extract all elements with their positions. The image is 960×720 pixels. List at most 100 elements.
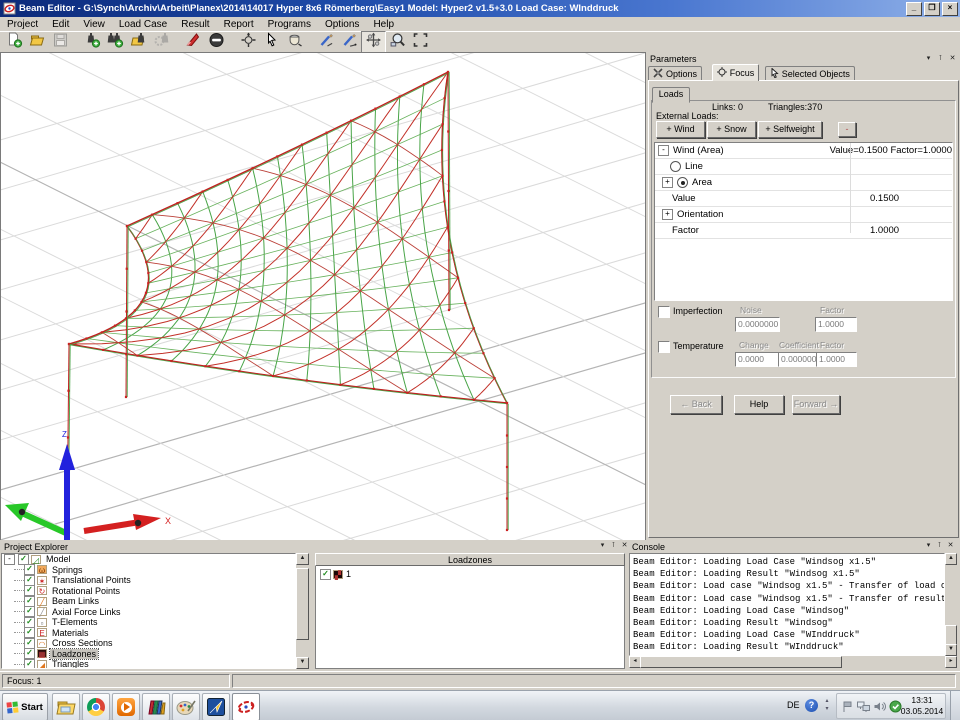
draw-link-button[interactable] <box>315 32 338 52</box>
sidebar-item-beam-links[interactable]: ✓╱Beam Links <box>2 596 295 607</box>
checkbox-springs[interactable]: ✓ <box>24 564 35 575</box>
explorer-dropdown-button[interactable]: ▾ <box>597 541 608 551</box>
forward-button[interactable]: Forward → <box>792 395 840 414</box>
checkbox-triangles[interactable]: ✓ <box>24 659 35 669</box>
language-indicator[interactable]: DE <box>787 700 800 710</box>
loadzone-row[interactable]: ✓▞1 <box>316 566 624 580</box>
checkbox-loadzones[interactable]: ✓ <box>24 648 35 659</box>
back-button[interactable]: ← Back <box>670 395 722 414</box>
viewport-canvas[interactable]: XZ <box>1 53 645 540</box>
noise-field[interactable]: 0.0000000 <box>735 317 780 332</box>
taskbar-app-chrome[interactable] <box>82 693 110 720</box>
sidebar-item-materials[interactable]: ✓EMaterials <box>2 628 295 639</box>
explorer-pin-button[interactable]: ⊺ <box>608 541 619 551</box>
taskbar-app-explorer[interactable] <box>52 693 80 720</box>
select-button[interactable] <box>260 32 283 52</box>
taskbar-app-paint[interactable] <box>172 693 200 720</box>
checkbox-materials[interactable]: ✓ <box>24 627 35 638</box>
menu-programs[interactable]: Programs <box>261 18 318 31</box>
clock[interactable]: 13:31 03.05.2014 <box>898 695 946 716</box>
sidebar-item-axial-force-links[interactable]: ✓╱Axial Force Links <box>2 607 295 618</box>
checkbox-axial-force-links[interactable]: ✓ <box>24 606 35 617</box>
collapse-icon[interactable]: - <box>4 554 15 565</box>
menu-project[interactable]: Project <box>0 18 45 31</box>
sidebar-item-model[interactable]: -✓◿Model <box>2 554 295 565</box>
menu-view[interactable]: View <box>76 18 112 31</box>
tab-selected-objects[interactable]: Selected Objects <box>765 66 855 80</box>
flag-icon[interactable] <box>841 700 854 713</box>
tab-loads[interactable]: Loads <box>652 87 690 103</box>
sidebar-item-translational-points[interactable]: ✓✶Translational Points <box>2 575 295 586</box>
checkbox-beam-links[interactable]: ✓ <box>24 596 35 607</box>
menu-result[interactable]: Result <box>174 18 216 31</box>
radio-area[interactable] <box>677 177 688 188</box>
taskbar-app-library[interactable] <box>142 693 170 720</box>
collapse-icon[interactable]: - <box>658 145 669 156</box>
checkbox-rotational-points[interactable]: ✓ <box>24 585 35 596</box>
help-tray-icon[interactable]: ? <box>805 699 818 712</box>
move-button[interactable] <box>237 32 260 52</box>
start-button[interactable]: Start <box>2 693 48 720</box>
menu-report[interactable]: Report <box>217 18 261 31</box>
remove-load-button[interactable]: - <box>838 122 856 137</box>
temperature-checkbox[interactable] <box>658 341 670 353</box>
load-tree-row-factor[interactable]: Factor1.0000 <box>655 223 952 239</box>
sidebar-item-springs[interactable]: ✓ωSprings <box>2 565 295 576</box>
pan-button[interactable] <box>283 32 306 52</box>
cut-button[interactable] <box>182 32 205 52</box>
fit-view-button[interactable] <box>409 32 432 52</box>
sidebar-item-loadzones[interactable]: ✓▦Loadzones <box>2 649 295 660</box>
expand-icon[interactable]: + <box>662 177 673 188</box>
sidebar-item-rotational-points[interactable]: ✓↻Rotational Points <box>2 586 295 597</box>
console-close-button[interactable]: ✕ <box>945 541 956 551</box>
loadzones-header[interactable]: Loadzones <box>315 553 625 566</box>
speaker-icon[interactable] <box>873 700 886 713</box>
add-load-case-button[interactable] <box>81 32 104 52</box>
load-tree-row-value[interactable]: Value0.1500 <box>655 191 952 207</box>
loadzone-checkbox[interactable]: ✓ <box>320 569 331 580</box>
parameters-close-button[interactable]: ✕ <box>947 54 958 64</box>
taskbar-app-beam-editor[interactable] <box>232 693 260 720</box>
checkbox-cross-sections[interactable]: ✓ <box>24 638 35 649</box>
radio-line[interactable] <box>670 161 681 172</box>
taskbar-app-media-player[interactable] <box>112 693 140 720</box>
save-button[interactable] <box>49 32 72 52</box>
load-case-settings-button[interactable] <box>150 32 173 52</box>
console-dropdown-button[interactable]: ▾ <box>923 541 934 551</box>
tab-focus[interactable]: Focus <box>712 64 760 81</box>
focus-mode-button[interactable] <box>361 31 386 53</box>
load-tree-row-orientation[interactable]: +Orientation <box>655 207 952 223</box>
load-tree-row-area[interactable]: +Area <box>655 175 952 191</box>
console-pin-button[interactable]: ⊺ <box>934 541 945 551</box>
close-button[interactable]: × <box>942 2 958 16</box>
sidebar-item-cross-sections[interactable]: ✓◠Cross Sections <box>2 638 295 649</box>
minimize-button[interactable]: _ <box>906 2 922 16</box>
console-hscrollbar[interactable]: ◂ ▸ <box>629 656 957 668</box>
parameters-pin-button[interactable]: ⊺ <box>935 54 946 64</box>
network-icon[interactable] <box>857 700 870 713</box>
console-vscrollbar[interactable]: ▲ ▼ <box>945 553 957 656</box>
sidebar-item-triangles[interactable]: ✓◢Triangles <box>2 659 295 669</box>
new-model-button[interactable] <box>3 32 26 52</box>
zoom-button[interactable] <box>386 32 409 52</box>
checkbox-translational-points[interactable]: ✓ <box>24 575 35 586</box>
coefficient-field[interactable]: 0.0000000 <box>778 352 817 367</box>
menu-load-case[interactable]: Load Case <box>112 18 174 31</box>
taskbar-app-viewer[interactable] <box>202 693 230 720</box>
menu-help[interactable]: Help <box>366 18 401 31</box>
model-viewport[interactable]: XZ <box>0 52 646 541</box>
project-explorer-scrollbar[interactable]: ▲ ▼ <box>296 553 309 669</box>
console-log[interactable]: Beam Editor: Loading Load Case "Windsog … <box>629 553 945 656</box>
expand-icon[interactable]: + <box>662 209 673 220</box>
add-selfweight-button[interactable]: + Selfweight <box>758 121 822 138</box>
temperature-factor-field[interactable]: 1.0000 <box>816 352 857 367</box>
menu-edit[interactable]: Edit <box>45 18 76 31</box>
change-field[interactable]: 0.0000 <box>735 352 779 367</box>
show-desktop-button[interactable] <box>950 691 960 720</box>
help-button[interactable]: Help <box>734 395 784 414</box>
explorer-close-button[interactable]: ✕ <box>619 541 630 551</box>
tab-options[interactable]: Options <box>648 66 702 80</box>
tray-expand-button[interactable]: ▴▾ <box>822 697 832 715</box>
add-load-cases-button[interactable] <box>104 32 127 52</box>
add-wind-button[interactable]: + Wind <box>656 121 705 138</box>
